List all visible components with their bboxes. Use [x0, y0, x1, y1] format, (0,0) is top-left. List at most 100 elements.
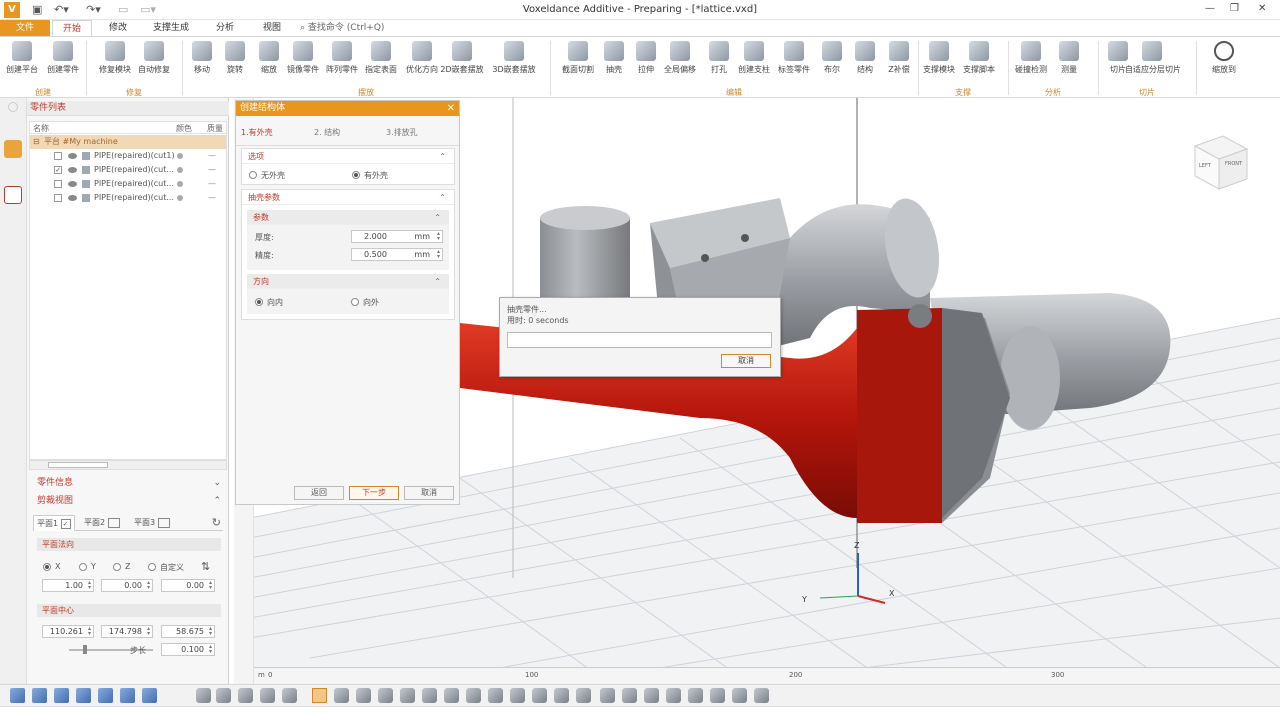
zoom-fit-icon[interactable] — [238, 688, 253, 703]
view-top-icon[interactable] — [120, 688, 135, 703]
select-shell-icon[interactable] — [532, 688, 547, 703]
support-module-button[interactable]: 支撑模块 — [922, 40, 956, 84]
assign-surface-button[interactable]: 指定表面 — [364, 40, 398, 84]
column-name[interactable]: 名称 — [33, 123, 49, 134]
structure-tree-icon[interactable] — [4, 186, 22, 204]
play-end-icon[interactable] — [644, 688, 659, 703]
collapse-icon[interactable]: ⊟ — [33, 135, 40, 149]
collision-detection-button[interactable]: 碰撞检测 — [1014, 40, 1048, 84]
play-step-icon[interactable] — [754, 688, 769, 703]
settings-icon[interactable] — [8, 102, 18, 112]
zoom-to-button[interactable]: 缩放到 — [1207, 40, 1241, 84]
spin-icon[interactable]: ▴ ▾ — [209, 626, 212, 637]
slider-thumb[interactable] — [83, 645, 87, 654]
spin-icon[interactable]: ▴ ▾ — [88, 580, 91, 591]
part-checkbox[interactable]: ✓ — [54, 166, 62, 174]
center-y-input[interactable]: 174.798 ▴ ▾ — [101, 625, 153, 638]
auto-repair-button[interactable]: 自动修复 — [137, 40, 171, 84]
extrude-button[interactable]: 拉伸 — [629, 40, 663, 84]
move-button[interactable]: 移动 — [185, 40, 219, 84]
part-row[interactable]: PIPE(repaired)(cut... — — [30, 177, 226, 191]
visibility-icon[interactable] — [68, 195, 77, 201]
part-row[interactable]: PIPE(repaired)(cut... — — [30, 191, 226, 205]
step-input[interactable]: 0.100 ▴ ▾ — [161, 643, 215, 656]
tab-analysis[interactable]: 分析 — [205, 20, 245, 36]
tab-view[interactable]: 视图 — [252, 20, 292, 36]
normal-custom-radio[interactable] — [148, 563, 156, 571]
pan-icon[interactable] — [196, 688, 211, 703]
tab-start[interactable]: 开始 — [52, 20, 92, 36]
clip-view-header[interactable]: 剪裁视图 ⌃ — [27, 494, 229, 509]
chevron-up-icon[interactable]: ⌃ — [439, 190, 446, 205]
scrollbar-thumb[interactable] — [48, 462, 108, 468]
horizontal-scrollbar[interactable] — [29, 460, 227, 470]
select-edge-icon[interactable] — [356, 688, 371, 703]
play-all-icon[interactable] — [666, 688, 681, 703]
minimize-icon[interactable]: — — [1205, 3, 1215, 14]
tab-plane3[interactable]: 平面3 — [131, 515, 173, 531]
normal-z-input[interactable]: 0.00 ▴ ▾ — [161, 579, 215, 592]
spin-icon[interactable]: ▴ ▾ — [88, 626, 91, 637]
tab-support[interactable]: 支撑生成 — [146, 20, 196, 36]
part-checkbox[interactable] — [54, 152, 62, 160]
parts-list-icon[interactable] — [4, 140, 22, 158]
center-z-input[interactable]: 58.675 ▴ ▾ — [161, 625, 215, 638]
select-box-icon[interactable] — [400, 688, 415, 703]
normal-x-input[interactable]: 1.00 ▴ ▾ — [42, 579, 94, 592]
part-checkbox[interactable] — [54, 194, 62, 202]
tab-file[interactable]: 文件 — [0, 20, 50, 36]
part-color-swatch[interactable] — [177, 181, 183, 187]
back-button[interactable]: 返回 — [294, 486, 344, 500]
precision-input[interactable]: 0.500 mm ▴ ▾ — [351, 248, 443, 261]
visibility-icon[interactable] — [68, 167, 77, 173]
zoom-window-icon[interactable] — [216, 688, 231, 703]
select-lasso-icon[interactable] — [422, 688, 437, 703]
part-row[interactable]: PIPE(repaired)(cut1) — — [30, 149, 226, 163]
play-next-icon[interactable] — [622, 688, 637, 703]
part-row[interactable]: ✓ PIPE(repaired)(cut... — — [30, 163, 226, 177]
play-region-icon[interactable] — [710, 688, 725, 703]
select-invert-icon[interactable] — [576, 688, 591, 703]
view-right-icon[interactable] — [98, 688, 113, 703]
spin-icon[interactable]: ▴ ▾ — [437, 231, 440, 242]
spin-icon[interactable]: ▴ ▾ — [209, 580, 212, 591]
zoom-selected-icon[interactable] — [260, 688, 275, 703]
z-compensation-button[interactable]: Z补偿 — [882, 40, 916, 84]
visibility-icon[interactable] — [68, 153, 77, 159]
normal-z-radio[interactable] — [113, 563, 121, 571]
maximize-icon[interactable]: ❐ — [1230, 3, 1239, 14]
normal-y-radio[interactable] — [79, 563, 87, 571]
mirror-part-button[interactable]: 镜像零件 — [286, 40, 320, 84]
visibility-icon[interactable] — [68, 181, 77, 187]
scale-button[interactable]: 缩放 — [252, 40, 286, 84]
play-group-icon[interactable] — [732, 688, 747, 703]
flip-normal-icon[interactable]: ⇅ — [201, 560, 210, 573]
measure-button[interactable]: 测量 — [1052, 40, 1086, 84]
create-platform-button[interactable]: 创建平台 — [5, 40, 39, 84]
tab-plane1[interactable]: 平面1 ✓ — [33, 515, 75, 531]
select-similar-icon[interactable] — [488, 688, 503, 703]
adaptive-slice-button[interactable]: 自适应分层切片 — [1125, 40, 1181, 84]
boolean-button[interactable]: 布尔 — [815, 40, 849, 84]
select-mesh-icon[interactable] — [510, 688, 525, 703]
step-shell[interactable]: 1.有外壳 — [241, 127, 273, 138]
label-part-button[interactable]: 标签零件 — [777, 40, 811, 84]
support-script-button[interactable]: 支撑脚本 — [962, 40, 996, 84]
spin-icon[interactable]: ▴ ▾ — [437, 249, 440, 260]
spin-icon[interactable]: ▴ ▾ — [209, 644, 212, 655]
view-back-icon[interactable] — [54, 688, 69, 703]
options-header[interactable]: 选项 ⌃ — [242, 149, 454, 164]
step-drain-holes[interactable]: 3.排放孔 — [386, 127, 418, 138]
outward-radio[interactable] — [351, 298, 359, 306]
slice-button[interactable]: 切片 — [1101, 40, 1135, 84]
part-color-swatch[interactable] — [177, 153, 183, 159]
chevron-up-icon[interactable]: ⌃ — [434, 210, 441, 225]
dialog-title-bar[interactable]: 创建结构体 ✕ — [236, 101, 459, 116]
spin-icon[interactable]: ▴ ▾ — [147, 626, 150, 637]
plane2-checkbox[interactable] — [107, 518, 120, 528]
punch-button[interactable]: 打孔 — [702, 40, 736, 84]
chevron-up-icon[interactable]: ⌃ — [434, 274, 441, 289]
column-color[interactable]: 颜色 — [176, 123, 192, 134]
global-offset-button[interactable]: 全局偏移 — [663, 40, 697, 84]
step-structure[interactable]: 2. 结构 — [314, 127, 340, 138]
